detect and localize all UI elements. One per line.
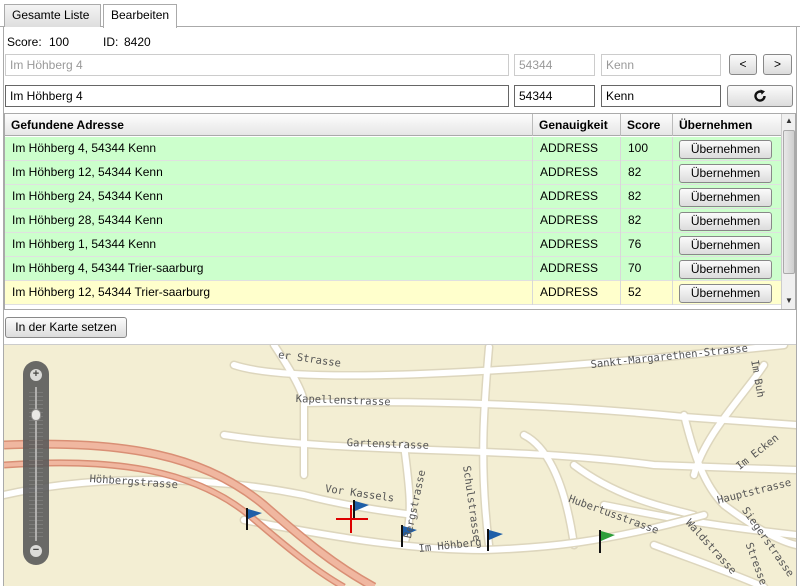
apply-button[interactable]: Übernehmen xyxy=(679,212,772,231)
cell-score: 100 xyxy=(621,137,673,161)
set-on-map-button[interactable]: In der Karte setzen xyxy=(5,317,127,338)
cell-address: Im Höhberg 4, 54344 Trier-saarburg xyxy=(5,257,533,281)
id-label: ID: xyxy=(103,35,119,49)
previous-button[interactable]: < xyxy=(729,54,757,75)
cell-accuracy: ADDRESS xyxy=(533,137,621,161)
cell-address: Im Höhberg 12, 54344 Kenn xyxy=(5,161,533,185)
scroll-thumb[interactable] xyxy=(783,130,795,274)
cell-accuracy: ADDRESS xyxy=(533,233,621,257)
header-accuracy[interactable]: Genauigkeit xyxy=(533,114,621,136)
table-row[interactable]: Im Höhberg 4, 54344 Trier-saarburg ADDRES… xyxy=(5,257,781,281)
cell-accuracy: ADDRESS xyxy=(533,161,621,185)
map-roads xyxy=(4,345,796,586)
city-input[interactable]: Kenn xyxy=(601,85,721,107)
next-button[interactable]: > xyxy=(763,54,792,75)
id-value: 8420 xyxy=(124,35,151,49)
table-row[interactable]: Im Höhberg 28, 54344 Kenn ADDRESS 82 Überne… xyxy=(5,209,781,233)
apply-button[interactable]: Übernehmen xyxy=(679,260,772,279)
original-zip-field: 54344 xyxy=(514,54,595,76)
cell-accuracy: ADDRESS xyxy=(533,257,621,281)
score-value: 100 xyxy=(49,35,70,49)
cell-address: Im Höhberg 24, 54344 Kenn xyxy=(5,185,533,209)
zoom-slider-handle[interactable] xyxy=(31,409,41,421)
apply-button[interactable]: Übernehmen xyxy=(679,284,772,303)
results-table: Gefundene Adresse Genauigkeit Score Über… xyxy=(4,113,796,310)
table-row[interactable]: Im Höhberg 12, 54344 Trier-saarburg ADDRE… xyxy=(5,281,781,305)
cell-apply: Übernehmen xyxy=(673,137,781,161)
apply-button[interactable]: Übernehmen xyxy=(679,164,772,183)
header-score[interactable]: Score xyxy=(621,114,673,136)
scroll-up-icon[interactable]: ▲ xyxy=(782,114,795,128)
zoom-out-icon[interactable]: − xyxy=(30,545,42,557)
original-city-field: Kenn xyxy=(601,54,721,76)
tab-full-list[interactable]: Gesamte Liste xyxy=(4,4,101,27)
cell-score: 82 xyxy=(621,209,673,233)
zip-input[interactable]: 54344 xyxy=(514,85,595,107)
cell-accuracy: ADDRESS xyxy=(533,209,621,233)
cell-accuracy: ADDRESS xyxy=(533,185,621,209)
zoom-control: + − xyxy=(23,361,49,565)
table-row[interactable]: Im Höhberg 12, 54344 Kenn ADDRESS 82 Überne… xyxy=(5,161,781,185)
table-scrollbar[interactable]: ▲ ▼ xyxy=(781,114,795,309)
header-found-address[interactable]: Gefundene Adresse xyxy=(5,114,533,136)
cell-address: Im Höhberg 4, 54344 Kenn xyxy=(5,137,533,161)
cell-score: 82 xyxy=(621,161,673,185)
tab-bar: Gesamte Liste Bearbeiten xyxy=(0,0,800,28)
cell-address: Im Höhberg 28, 54344 Kenn xyxy=(5,209,533,233)
cell-apply: Übernehmen xyxy=(673,161,781,185)
header-apply[interactable]: Übernehmen xyxy=(673,114,781,136)
apply-button[interactable]: Übernehmen xyxy=(679,188,772,207)
cell-apply: Übernehmen xyxy=(673,209,781,233)
cell-apply: Übernehmen xyxy=(673,281,781,305)
table-row[interactable]: Im Höhberg 4, 54344 Kenn ADDRESS 100 Überne… xyxy=(5,137,781,161)
table-row[interactable]: Im Höhberg 24, 54344 Kenn ADDRESS 82 Überne… xyxy=(5,185,781,209)
table-header: Gefundene Adresse Genauigkeit Score Über… xyxy=(5,114,781,136)
cell-apply: Übernehmen xyxy=(673,257,781,281)
score-label: Score: xyxy=(7,35,42,49)
cell-score: 82 xyxy=(621,185,673,209)
cell-score: 52 xyxy=(621,281,673,305)
cell-apply: Übernehmen xyxy=(673,185,781,209)
cell-score: 70 xyxy=(621,257,673,281)
cell-address: Im Höhberg 1, 54344 Kenn xyxy=(5,233,533,257)
cell-address: Im Höhberg 12, 54344 Trier-saarburg xyxy=(5,281,533,305)
tab-edit[interactable]: Bearbeiten xyxy=(103,4,177,28)
map-view[interactable]: er Strasse Sankt-Margarethen-Strasse Im … xyxy=(4,344,796,586)
cell-accuracy: ADDRESS xyxy=(533,281,621,305)
apply-button[interactable]: Übernehmen xyxy=(679,140,772,159)
cell-score: 76 xyxy=(621,233,673,257)
zoom-in-icon[interactable]: + xyxy=(30,369,42,381)
table-row[interactable]: Im Höhberg 1, 54344 Kenn ADDRESS 76 Überneh… xyxy=(5,233,781,257)
apply-button[interactable]: Übernehmen xyxy=(679,236,772,255)
street-input[interactable]: Im Höhberg 4 xyxy=(5,85,509,107)
refresh-button[interactable] xyxy=(727,85,793,107)
refresh-icon xyxy=(754,89,766,102)
cell-apply: Übernehmen xyxy=(673,233,781,257)
original-street-field: Im Höhberg 4 xyxy=(5,54,509,76)
scroll-down-icon[interactable]: ▼ xyxy=(782,294,795,308)
